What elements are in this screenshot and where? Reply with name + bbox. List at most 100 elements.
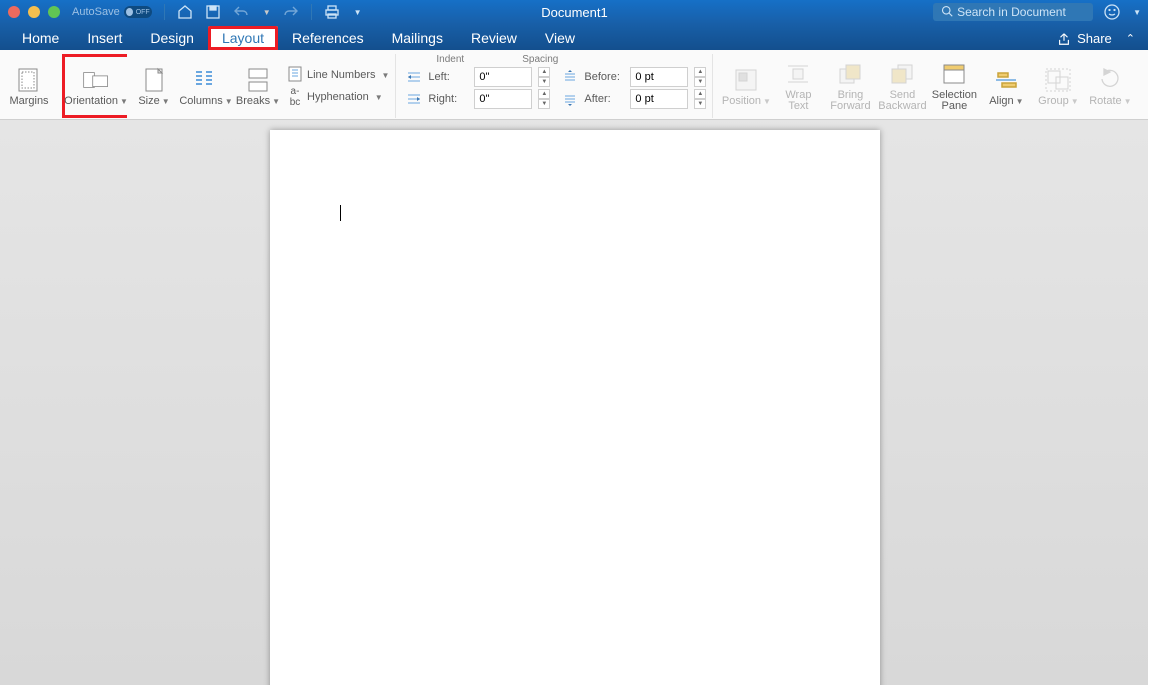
search-input[interactable] xyxy=(957,5,1085,19)
close-window-button[interactable] xyxy=(8,6,20,18)
rotate-label: Rotate xyxy=(1089,95,1121,107)
orientation-button[interactable]: Orientation▼ xyxy=(67,56,125,116)
send-backward-icon xyxy=(887,60,917,88)
line-numbers-icon xyxy=(287,66,303,85)
ribbon-tabs: Home Insert Design Layout References Mai… xyxy=(0,24,1149,50)
tab-mailings[interactable]: Mailings xyxy=(378,26,457,50)
group-obj-button: Group▼ xyxy=(1035,56,1081,116)
feedback-icon[interactable] xyxy=(1103,3,1121,21)
titlebar: AutoSave OFF ▼ ▼ Document1 ▼ xyxy=(0,0,1149,24)
text-cursor xyxy=(340,205,341,221)
tab-layout[interactable]: Layout xyxy=(208,26,278,50)
size-button[interactable]: Size▼ xyxy=(131,56,177,116)
position-label: Position xyxy=(722,95,761,107)
wrap-text-label: Wrap Text xyxy=(785,90,811,112)
spacing-header: Spacing xyxy=(522,54,558,65)
hyphenation-icon: a-bc xyxy=(287,86,303,108)
spacing-before-input[interactable] xyxy=(630,67,688,87)
chevron-down-icon: ▼ xyxy=(272,97,280,106)
margins-label: Margins xyxy=(9,96,48,107)
redo-icon[interactable] xyxy=(283,4,299,20)
collapse-ribbon-icon[interactable]: ⌃ xyxy=(1126,32,1135,45)
spacing-before-spinner[interactable]: ▲▼ xyxy=(694,67,706,87)
line-numbers-button[interactable]: Line Numbers ▼ xyxy=(287,65,389,85)
window-controls xyxy=(8,6,60,18)
spacing-after-icon xyxy=(562,91,578,107)
indent-left-icon xyxy=(406,69,422,85)
orientation-label: Orientation xyxy=(64,95,118,107)
bring-forward-button: Bring Forward xyxy=(827,56,873,116)
document-canvas[interactable] xyxy=(0,120,1149,685)
align-label: Align xyxy=(989,95,1013,107)
indent-right-input[interactable] xyxy=(474,89,532,109)
selection-pane-icon xyxy=(939,60,969,88)
tab-view[interactable]: View xyxy=(531,26,589,50)
spacing-after-spinner[interactable]: ▲▼ xyxy=(694,89,706,109)
tab-design[interactable]: Design xyxy=(136,26,208,50)
send-backward-label: Send Backward xyxy=(878,90,926,112)
line-numbers-label: Line Numbers xyxy=(307,69,375,81)
ribbon-layout: Margins Orientation▼ Size▼ Columns▼ Brea… xyxy=(0,50,1149,120)
maximize-window-button[interactable] xyxy=(48,6,60,18)
tab-home[interactable]: Home xyxy=(8,26,73,50)
breaks-icon xyxy=(243,66,273,94)
selection-pane-button[interactable]: Selection Pane xyxy=(931,56,977,116)
arrange-group: Position▼ Wrap Text Bring Forward Send B… xyxy=(717,54,1133,118)
account-dropdown-icon[interactable]: ▼ xyxy=(1133,8,1141,17)
qat-customize-icon[interactable]: ▼ xyxy=(354,8,362,17)
columns-label: Columns xyxy=(179,95,222,107)
share-label: Share xyxy=(1077,31,1112,46)
indent-right-icon xyxy=(406,91,422,107)
print-icon[interactable] xyxy=(324,4,340,20)
send-backward-button: Send Backward xyxy=(879,56,925,116)
indent-left-input[interactable] xyxy=(474,67,532,87)
minimize-window-button[interactable] xyxy=(28,6,40,18)
rotate-icon xyxy=(1095,66,1125,94)
save-icon[interactable] xyxy=(205,4,221,20)
indent-right-spinner[interactable]: ▲▼ xyxy=(538,89,550,109)
breaks-label: Breaks xyxy=(236,95,270,107)
hyphenation-button[interactable]: a-bc Hyphenation ▼ xyxy=(287,87,389,107)
indent-right-label: Right: xyxy=(428,93,468,105)
wrap-text-button: Wrap Text xyxy=(775,56,821,116)
indent-header: Indent xyxy=(436,54,464,65)
bring-forward-label: Bring Forward xyxy=(830,90,870,112)
margins-button[interactable]: Margins xyxy=(6,56,52,116)
chevron-down-icon: ▼ xyxy=(381,71,389,80)
document-page[interactable] xyxy=(270,130,880,685)
undo-icon[interactable] xyxy=(233,4,249,20)
search-icon xyxy=(941,5,953,20)
hyphenation-label: Hyphenation xyxy=(307,91,369,103)
spacing-after-input[interactable] xyxy=(630,89,688,109)
orientation-icon xyxy=(81,66,111,94)
wrap-text-icon xyxy=(783,60,813,88)
indent-left-spinner[interactable]: ▲▼ xyxy=(538,67,550,87)
tab-review[interactable]: Review xyxy=(457,26,531,50)
columns-icon xyxy=(191,66,221,94)
autosave-control[interactable]: AutoSave OFF xyxy=(72,6,152,18)
spacing-before-label: Before: xyxy=(584,71,624,83)
share-button[interactable]: Share ⌃ xyxy=(1051,27,1141,50)
spacing-after-label: After: xyxy=(584,93,624,105)
chevron-down-icon: ▼ xyxy=(120,97,128,106)
home-icon[interactable] xyxy=(177,4,193,20)
autosave-toggle[interactable]: OFF xyxy=(124,6,152,18)
undo-dropdown-icon[interactable]: ▼ xyxy=(263,8,271,17)
columns-button[interactable]: Columns▼ xyxy=(183,56,229,116)
group-label: Group xyxy=(1038,95,1069,107)
bring-forward-icon xyxy=(835,60,865,88)
align-button[interactable]: Align▼ xyxy=(983,56,1029,116)
chevron-down-icon: ▼ xyxy=(375,93,383,102)
indent-left-label: Left: xyxy=(428,71,468,83)
search-box[interactable] xyxy=(933,3,1093,21)
breaks-button[interactable]: Breaks▼ xyxy=(235,56,281,116)
paragraph-group: Indent Spacing Left: ▲▼ Before: ▲▼ Right… xyxy=(400,54,713,118)
tab-insert[interactable]: Insert xyxy=(73,26,136,50)
document-title: Document1 xyxy=(541,5,607,20)
chevron-down-icon: ▼ xyxy=(225,97,233,106)
position-icon xyxy=(731,66,761,94)
chevron-down-icon: ▼ xyxy=(162,97,170,106)
tab-references[interactable]: References xyxy=(278,26,378,50)
group-icon xyxy=(1043,66,1073,94)
position-button: Position▼ xyxy=(723,56,769,116)
